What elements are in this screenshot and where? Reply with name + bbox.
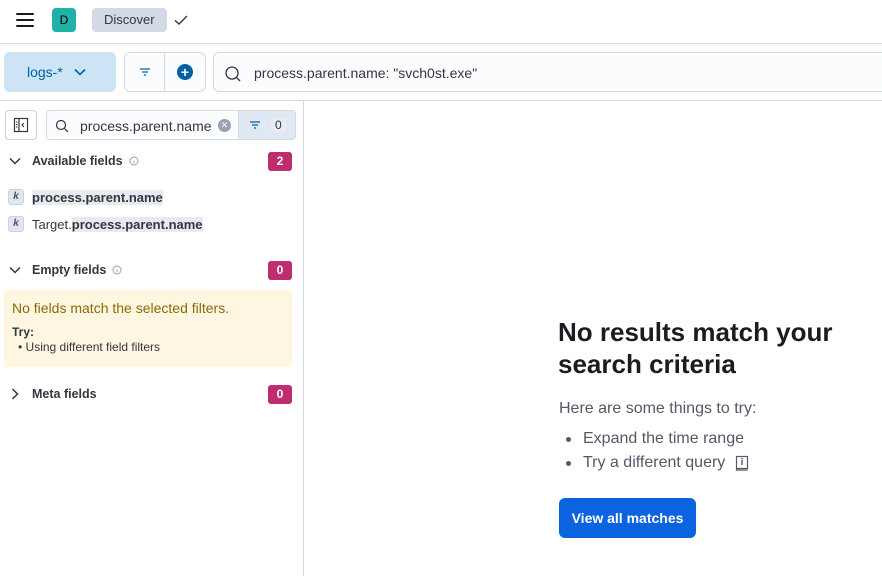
chevron-right-icon (11, 388, 19, 400)
filter-icon (250, 121, 260, 129)
empty-fields-title: Empty fields (32, 263, 107, 277)
data-view-label: logs-* (27, 64, 63, 80)
query-text: process.parent.name: "svch0st.exe" (254, 65, 478, 81)
meta-fields-title: Meta fields (32, 387, 97, 401)
search-icon (225, 66, 241, 82)
search-icon (55, 119, 69, 133)
check-icon[interactable] (173, 12, 189, 28)
add-filter-button[interactable]: + (165, 53, 205, 91)
callout-try-label: Try: (12, 325, 35, 339)
field-name: process.parent.name (32, 189, 163, 205)
documentation-icon[interactable] (734, 455, 750, 471)
chevron-down-icon (74, 68, 86, 76)
clear-icon[interactable]: ✕ (218, 119, 231, 132)
query-input[interactable]: process.parent.name: "svch0st.exe" (213, 52, 882, 92)
sidebar-divider (303, 101, 304, 576)
empty-fields-header[interactable]: Empty fields 0 (8, 259, 292, 281)
empty-fields-count: 0 (268, 261, 292, 280)
meta-fields-header[interactable]: Meta fields 0 (8, 383, 292, 405)
data-view-picker[interactable]: logs-* (4, 52, 116, 92)
field-search[interactable]: process.parent.name ✕ 0 (46, 110, 296, 140)
collapse-sidebar-button[interactable] (5, 110, 37, 140)
available-fields-title: Available fields (32, 154, 123, 168)
field-item[interactable]: k Target.process.parent.name (8, 214, 203, 234)
suggestion-list: Expand the time range Try a different qu… (566, 427, 750, 475)
keyword-type-icon: k (8, 189, 24, 205)
empty-state-title: No results match your search criteria (558, 317, 833, 379)
keyword-type-icon: k (8, 216, 24, 232)
available-fields-header[interactable]: Available fields 2 (8, 150, 292, 172)
suggestion-item: Expand the time range (566, 427, 750, 451)
view-all-matches-button[interactable]: View all matches (559, 498, 696, 538)
info-icon (112, 265, 122, 275)
empty-state-subtitle: Here are some things to try: (559, 400, 757, 417)
field-item[interactable]: k process.parent.name (8, 187, 163, 207)
menu-icon[interactable] (16, 13, 34, 27)
available-fields-count: 2 (268, 152, 292, 171)
info-icon (129, 156, 139, 166)
sidebar-collapse-icon (13, 117, 29, 133)
plus-icon: + (177, 64, 193, 80)
space-avatar[interactable]: D (52, 8, 76, 32)
callout-tip: • Using different field filters (18, 340, 161, 354)
chevron-down-icon (9, 266, 21, 274)
filter-button-group: + (124, 52, 206, 92)
meta-fields-count: 0 (268, 385, 292, 404)
divider (0, 100, 882, 101)
callout-title: No fields match the selected filters. (12, 300, 230, 316)
chevron-down-icon (9, 157, 21, 165)
field-search-input[interactable]: process.parent.name (80, 118, 212, 134)
top-header: D Discover (0, 0, 882, 44)
field-filter-button[interactable]: 0 (238, 111, 295, 139)
breadcrumb-discover[interactable]: Discover (92, 8, 167, 32)
filter-menu-button[interactable] (125, 53, 165, 91)
suggestion-item: Try a different query (566, 451, 750, 475)
field-name: Target.process.parent.name (32, 216, 203, 232)
no-fields-callout: No fields match the selected filters. Tr… (4, 290, 292, 367)
filter-count: 0 (271, 118, 286, 132)
filter-icon (139, 68, 150, 76)
